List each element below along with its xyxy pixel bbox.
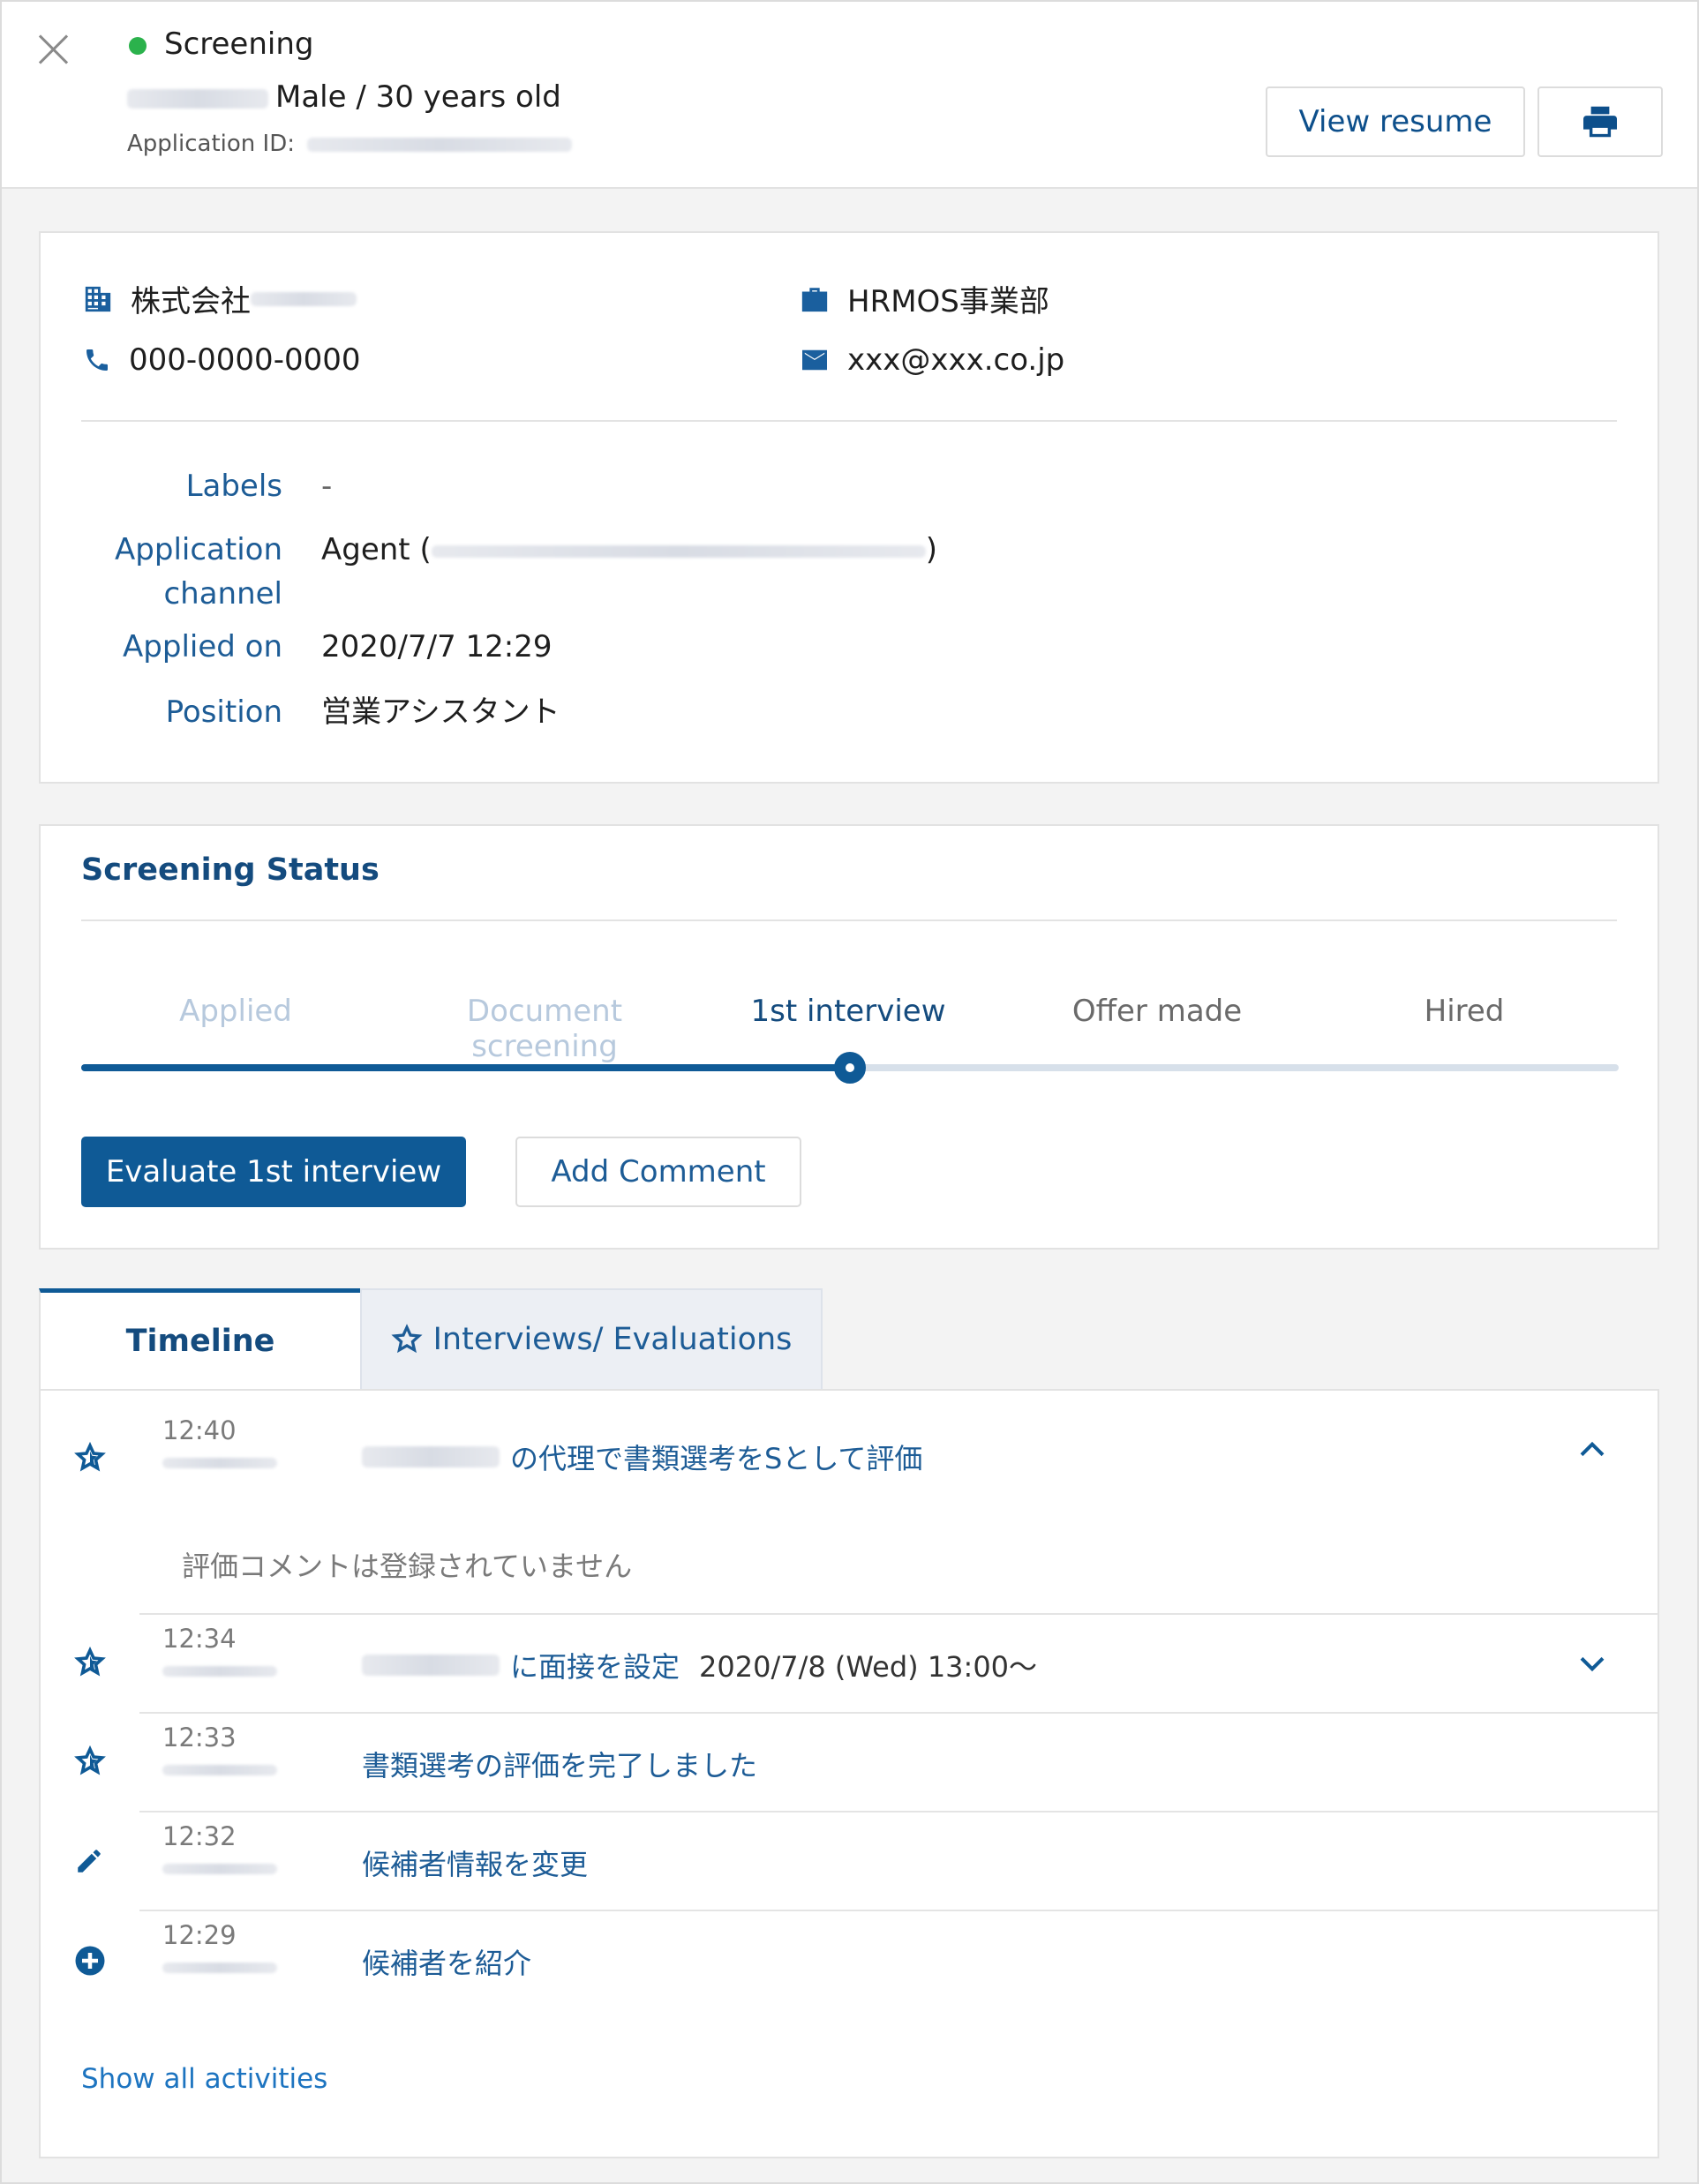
phone-icon — [86, 349, 108, 371]
redacted-company — [251, 291, 357, 306]
channel-value-suffix: ) — [925, 532, 937, 567]
redacted-agent — [431, 544, 926, 558]
applied-label: Applied on — [123, 629, 282, 664]
department-row: HRMOS事業部 — [800, 277, 1049, 320]
application-id: Application ID: — [127, 131, 573, 157]
mail-icon — [802, 349, 827, 371]
step-document-screening: Document screening — [466, 994, 623, 1064]
redacted-user — [162, 1864, 277, 1874]
redacted-application-id — [307, 137, 573, 152]
timeline-time: 12:40 — [162, 1415, 237, 1445]
phone-row: 000-0000-0000 — [83, 342, 361, 378]
timeline-item: 12:29 候補者を紹介 — [41, 1911, 1658, 2008]
redacted-user — [162, 1458, 277, 1468]
step-first-interview: 1st interview — [750, 994, 946, 1029]
redacted-user — [162, 1963, 277, 1973]
candidate-info-card: 株式会社 HRMOS事業部 000-0000-0000 xxx@xxx.co.j… — [39, 231, 1659, 784]
company-name: 株式会社 — [131, 284, 251, 319]
tab-interviews-evaluations[interactable]: Interviews/ Evaluations — [360, 1288, 823, 1389]
applied-value: 2020/7/7 12:29 — [321, 629, 553, 664]
status-dot-icon — [129, 37, 147, 55]
timeline-text: 候補者を紹介 — [362, 1941, 531, 1982]
candidate-summary: Male / 30 years old — [127, 79, 561, 115]
timeline-item: 12:33 書類選考の評価を完了しました — [41, 1714, 1658, 1811]
redacted-user — [362, 1655, 500, 1676]
timeline-text-label: 候補者を紹介 — [362, 1947, 532, 1980]
email-address[interactable]: xxx@xxx.co.jp — [847, 342, 1064, 378]
department-name: HRMOS事業部 — [847, 284, 1049, 319]
screening-status-title: Screening Status — [81, 852, 380, 888]
view-resume-button[interactable]: View resume — [1266, 86, 1525, 157]
chevron-down-icon[interactable] — [1578, 1654, 1606, 1678]
timeline-text-label: に面接を設定 — [510, 1650, 680, 1684]
redacted-name — [127, 88, 268, 109]
screening-progress-track — [81, 1052, 1619, 1084]
timeline-item: 12:32 候補者情報を変更 — [41, 1812, 1658, 1910]
star-outline-icon — [391, 1324, 423, 1354]
labels-label: Labels — [185, 469, 282, 504]
add-comment-button[interactable]: Add Comment — [515, 1137, 801, 1207]
chevron-up-icon[interactable] — [1578, 1438, 1606, 1463]
screening-status-card: Screening Status Applied Document screen… — [39, 824, 1659, 1250]
timeline-comment: 評価コメントは登録されていません — [182, 1550, 633, 1583]
step-applied: Applied — [179, 994, 292, 1029]
candidate-detail-page: Screening Male / 30 years old Applicatio… — [0, 0, 1699, 2184]
plus-circle-icon — [74, 1945, 106, 1980]
email-row: xxx@xxx.co.jp — [800, 342, 1064, 378]
status-label: Screening — [164, 26, 314, 62]
candidate-header: Screening Male / 30 years old Applicatio… — [2, 2, 1697, 189]
channel-label-line2: channel — [163, 576, 282, 612]
screening-progress-knob — [834, 1052, 866, 1084]
position-value: 営業アシスタント — [321, 694, 560, 730]
timeline-time: 12:33 — [162, 1722, 237, 1752]
timeline-text-label: 書類選考の評価を完了しました — [362, 1749, 758, 1782]
step-offer-made: Offer made — [1071, 994, 1243, 1029]
briefcase-icon — [801, 287, 828, 311]
print-button[interactable] — [1537, 86, 1663, 157]
step-hired: Hired — [1424, 994, 1505, 1029]
evaluate-interview-button[interactable]: Evaluate 1st interview — [81, 1137, 466, 1207]
timeline-time: 12:34 — [162, 1624, 237, 1654]
star-icon — [74, 1745, 106, 1781]
tab-timeline[interactable]: Timeline — [39, 1288, 360, 1389]
position-label: Position — [165, 694, 282, 730]
timeline-text: に面接を設定 2020/7/8 (Wed) 13:00～ — [362, 1645, 1037, 1685]
timeline-time: 12:32 — [162, 1821, 237, 1851]
printer-icon — [1583, 106, 1617, 138]
candidate-gender-age: Male / 30 years old — [275, 79, 561, 115]
timeline-item[interactable]: 12:34 に面接を設定 2020/7/8 (Wed) 13:00～ — [41, 1615, 1658, 1712]
company-row: 株式会社 — [83, 277, 357, 320]
timeline-text-label: の代理で書類選考をSとして評価 — [510, 1442, 923, 1475]
timeline-text: 書類選考の評価を完了しました — [362, 1744, 757, 1784]
close-icon[interactable] — [35, 32, 71, 67]
timeline-text: の代理で書類選考をSとして評価 — [362, 1437, 922, 1477]
timeline-card: 12:40 の代理で書類選考をSとして評価 評価コメントは登録されていません 1… — [39, 1389, 1659, 2158]
status-divider — [81, 919, 1617, 921]
channel-value-prefix: Agent ( — [321, 532, 432, 567]
redacted-user — [362, 1446, 500, 1467]
channel-value: Agent () — [321, 528, 937, 572]
redacted-user — [162, 1765, 277, 1775]
pencil-icon — [74, 1846, 104, 1880]
timeline-item: 12:40 の代理で書類選考をSとして評価 評価コメントは登録されていません — [41, 1391, 1658, 1611]
timeline-text-label: 候補者情報を変更 — [362, 1848, 589, 1881]
tab-interviews-label: Interviews/ Evaluations — [432, 1322, 793, 1357]
star-icon — [74, 1441, 106, 1477]
phone-number: 000-0000-0000 — [129, 342, 361, 378]
timeline-text: 候補者情報を変更 — [362, 1843, 588, 1883]
timeline-time: 12:29 — [162, 1920, 237, 1950]
screening-progress-fill — [81, 1064, 850, 1071]
channel-label-line1: Application — [115, 532, 282, 567]
building-icon — [85, 286, 111, 311]
star-icon — [74, 1646, 106, 1682]
application-id-label: Application ID: — [127, 131, 295, 157]
info-divider — [81, 420, 1617, 422]
redacted-user — [162, 1666, 277, 1677]
timeline-text-extra: 2020/7/8 (Wed) 13:00～ — [699, 1650, 1038, 1684]
show-all-activities-link[interactable]: Show all activities — [81, 2063, 327, 2095]
labels-value: - — [321, 469, 333, 504]
